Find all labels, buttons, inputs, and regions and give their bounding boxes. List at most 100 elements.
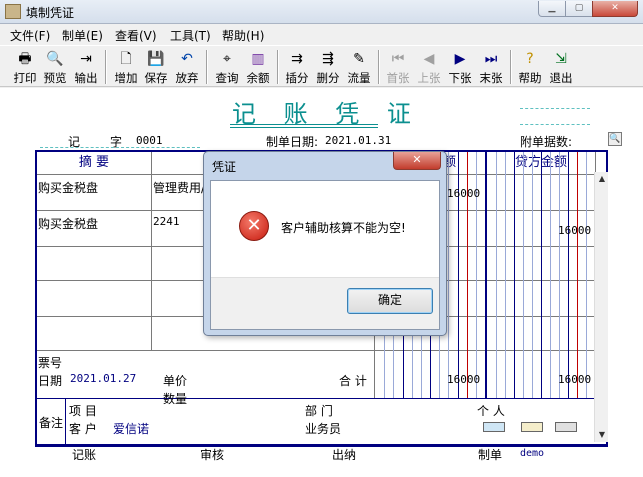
cashflow-icon: ✎ xyxy=(353,51,365,67)
dashed-line xyxy=(520,124,590,125)
digit-separator xyxy=(514,152,515,398)
customer-value[interactable]: 爱信诺 xyxy=(113,420,149,437)
title-underline xyxy=(230,127,378,128)
export-icon: ⇥ xyxy=(80,51,92,67)
menu-bar: 文件(F) 制单(E) 查看(V) 工具(T) 帮助(H) xyxy=(0,25,643,45)
prev-icon: ◀ xyxy=(423,51,435,67)
menu-view[interactable]: 查看(V) xyxy=(115,27,157,44)
scroll-down-icon[interactable]: ▼ xyxy=(595,428,609,442)
minimize-button[interactable]: ▁ xyxy=(538,1,566,17)
dept-label: 部 门 xyxy=(305,404,333,418)
export-button[interactable]: ⇥ 输出 xyxy=(71,48,101,86)
insert-row-icon: ⇉ xyxy=(291,51,303,67)
total-credit: 16000 xyxy=(558,373,592,386)
vertical-scrollbar[interactable]: ▲ ▼ xyxy=(594,172,608,442)
row2-account[interactable]: 2241 xyxy=(153,215,180,228)
digit-separator xyxy=(496,152,497,398)
maker-label: 制单 xyxy=(478,448,503,462)
ledger-icon[interactable] xyxy=(521,422,543,432)
prev-button[interactable]: ◀ 上张 xyxy=(414,48,444,86)
row2-credit[interactable]: 16000 xyxy=(558,224,591,237)
menu-make[interactable]: 制单(E) xyxy=(62,27,103,44)
maker-value: demo xyxy=(520,448,545,459)
app-icon xyxy=(5,4,21,19)
dialog-body: ✕ 客户辅助核算不能为空! 确定 xyxy=(210,180,440,330)
menu-help[interactable]: 帮助(H) xyxy=(222,27,264,44)
exit-button[interactable]: ⇲ 退出 xyxy=(546,48,576,86)
row1-summary[interactable]: 购买金税盘 xyxy=(38,179,98,196)
settings-icon[interactable] xyxy=(555,422,577,432)
query-button[interactable]: ⌖ 查询 xyxy=(212,48,242,86)
date-label: 制单日期: xyxy=(266,135,319,149)
first-button[interactable]: ⏮ 首张 xyxy=(383,48,413,86)
footer-line xyxy=(35,446,608,447)
help-button[interactable]: ? 帮助 xyxy=(515,48,545,86)
preview-button[interactable]: 🔍 预览 xyxy=(40,48,70,86)
exit-icon: ⇲ xyxy=(555,51,567,67)
dialog-message: 客户辅助核算不能为空! xyxy=(281,221,406,235)
delete-row-icon: ⇶ xyxy=(322,51,334,67)
delete-entry-button[interactable]: ⇶ 删分 xyxy=(313,48,343,86)
window-title: 填制凭证 xyxy=(26,6,75,20)
digit-separator xyxy=(550,152,551,398)
person-label: 个 人 xyxy=(477,404,505,418)
title-underline xyxy=(230,124,378,125)
price-label: 单价 xyxy=(163,374,188,388)
menu-file[interactable]: 文件(F) xyxy=(10,27,50,44)
customer-label: 客 户 xyxy=(69,422,97,436)
ok-button[interactable]: 确定 xyxy=(347,288,433,314)
auditor-label: 审核 xyxy=(200,448,225,462)
cashier-label: 出纳 xyxy=(332,448,357,462)
last-button[interactable]: ⏭ 末张 xyxy=(476,48,506,86)
voucher-number[interactable]: 0001 xyxy=(136,134,163,147)
last-icon: ⏭ xyxy=(484,51,498,67)
voucher-date[interactable]: 2021.01.31 xyxy=(325,134,391,147)
next-icon: ▶ xyxy=(454,51,466,67)
next-button[interactable]: ▶ 下张 xyxy=(445,48,475,86)
bar-chart-icon: ▥ xyxy=(251,51,265,67)
balance-button[interactable]: ▥ 余额 xyxy=(243,48,273,86)
summary-header: 摘 要 xyxy=(78,155,110,170)
bill-no-label: 票号 xyxy=(38,356,63,370)
scroll-up-icon[interactable]: ▲ xyxy=(595,172,609,186)
row2-summary[interactable]: 购买金税盘 xyxy=(38,215,98,232)
maximize-button[interactable]: ▢ xyxy=(565,1,593,17)
toolbar: 🖶 打印 🔍 预览 ⇥ 输出 🗋 增加 💾 保存 ↶ 放弃 ⌖ 查询 ▥ 余额 ⇉ 插分 ⇶ 删分 … xyxy=(0,45,643,87)
row1-debit[interactable]: 16000 xyxy=(447,187,480,200)
card-icon[interactable] xyxy=(483,422,505,432)
digit-separator xyxy=(568,152,569,398)
grid-line xyxy=(151,152,152,350)
row1-account[interactable]: 管理费用/ xyxy=(153,179,205,196)
total-debit: 16000 xyxy=(447,373,481,386)
first-icon: ⏮ xyxy=(391,51,405,67)
qty-label: 数量 xyxy=(163,392,188,406)
printer-icon: 🖶 xyxy=(18,51,32,67)
discard-button[interactable]: ↶ 放弃 xyxy=(172,48,202,86)
preview-icon: 🔍 xyxy=(46,51,64,67)
digit-separator xyxy=(523,152,524,398)
menu-tools[interactable]: 工具(T) xyxy=(170,27,211,44)
bookkeeper-label: 记账 xyxy=(72,448,97,462)
search-icon[interactable]: 🔍 xyxy=(608,132,622,146)
digit-separator xyxy=(541,152,542,398)
save-icon: 💾 xyxy=(147,51,165,67)
undo-icon: ↶ xyxy=(181,51,193,67)
grid-line xyxy=(37,350,595,351)
error-dialog: 凭证 ✕ ✕ 客户辅助核算不能为空! 确定 xyxy=(203,151,447,336)
grid-line xyxy=(65,398,66,444)
close-window-button[interactable]: ✕ xyxy=(592,1,638,17)
dialog-footer: 确定 xyxy=(211,277,439,329)
grid-line xyxy=(485,152,487,398)
insert-entry-button[interactable]: ⇉ 插分 xyxy=(282,48,312,86)
cashflow-button[interactable]: ✎ 流量 xyxy=(344,48,374,86)
digit-separator xyxy=(586,152,587,398)
digit-separator xyxy=(505,152,506,398)
title-bar: 填制凭证 ▁ ▢ ✕ xyxy=(0,0,643,24)
error-icon: ✕ xyxy=(239,211,269,241)
remark-label: 备注 xyxy=(39,416,64,430)
dialog-close-button[interactable]: ✕ xyxy=(393,152,441,170)
bill-date[interactable]: 2021.01.27 xyxy=(70,372,136,385)
save-button[interactable]: 💾 保存 xyxy=(141,48,171,86)
project-label: 项 目 xyxy=(69,404,97,418)
binoculars-icon: ⌖ xyxy=(223,51,231,67)
